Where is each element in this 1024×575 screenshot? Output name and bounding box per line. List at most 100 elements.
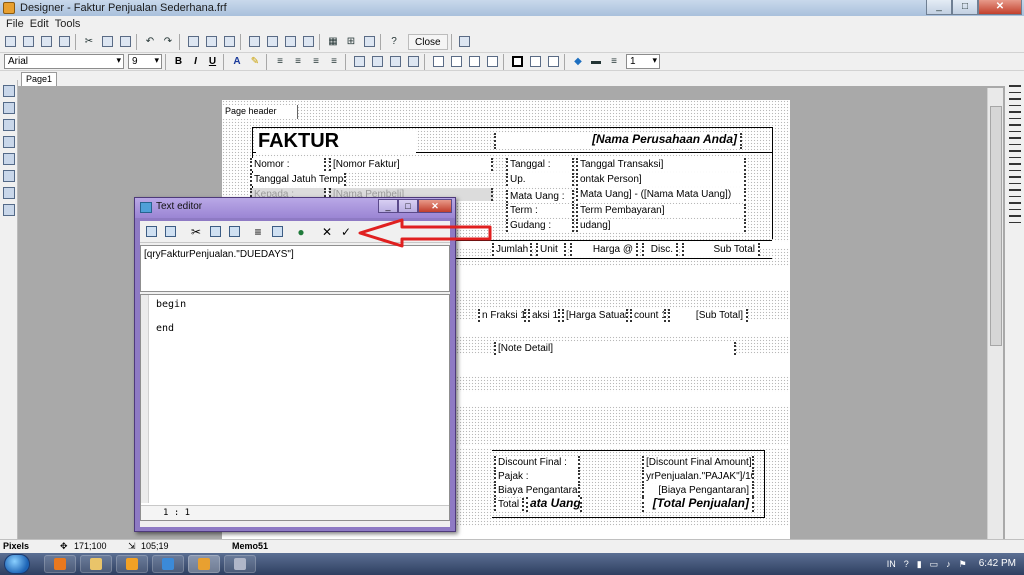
script-toggle-icon[interactable]	[269, 224, 285, 240]
gudang-field[interactable]: udang]	[576, 219, 746, 232]
detail-subtotal[interactable]: [Sub Total]	[668, 309, 748, 322]
total-label[interactable]: Total :	[494, 498, 524, 511]
add-page-icon[interactable]	[246, 34, 262, 50]
preview-icon[interactable]	[56, 34, 72, 50]
align-horz-centers-icon[interactable]	[1008, 98, 1021, 106]
underline-button[interactable]: U	[205, 54, 220, 69]
line-width-select[interactable]: 1	[626, 54, 660, 69]
taskbar-designer[interactable]	[188, 555, 220, 573]
frame-all-icon[interactable]	[509, 54, 525, 70]
alignment-palette-icon[interactable]	[457, 34, 473, 50]
clock[interactable]: 6:42 PM	[979, 559, 1016, 569]
minimize-button[interactable]: _	[926, 0, 952, 15]
save-icon[interactable]	[38, 34, 54, 50]
expression-textarea[interactable]: [qryFakturPenjualan."DUEDAYS"]	[140, 245, 450, 292]
scrollbar-thumb[interactable]	[990, 106, 1002, 346]
paste-icon[interactable]	[117, 34, 133, 50]
detail-note[interactable]: [Note Detail]	[494, 342, 736, 355]
invoice-title[interactable]: FAKTUR	[256, 131, 416, 153]
script-editor[interactable]: begin end 1 : 1	[140, 294, 450, 521]
subreport-icon[interactable]	[2, 153, 15, 165]
close-window-button[interactable]: ✕	[978, 0, 1022, 15]
delete-page-icon[interactable]	[282, 34, 298, 50]
help-icon[interactable]: ?	[386, 34, 402, 50]
font-name-select[interactable]: Arial	[4, 54, 124, 69]
text-editor-dialog[interactable]: Text editor _ □ ✕ ✂ ≡ ● ✕ ✓ [qryFakturPe…	[134, 197, 456, 532]
frame-color-icon[interactable]: ▬	[588, 54, 604, 70]
total-currency-field[interactable]: ata Uang]	[526, 497, 582, 512]
biaya-label[interactable]: Biaya Pengantaran :	[494, 484, 580, 497]
space-vert-icon[interactable]	[1008, 189, 1021, 197]
language-indicator[interactable]: IN	[887, 559, 896, 569]
tab-page1[interactable]: Page1	[21, 72, 57, 86]
biaya-field[interactable]: [Biaya Pengantaran]	[642, 484, 754, 497]
insert-field-icon[interactable]	[143, 224, 159, 240]
center-horz-icon[interactable]	[1008, 111, 1021, 119]
align-bottoms-icon[interactable]	[1008, 202, 1021, 210]
start-button[interactable]	[4, 554, 30, 574]
total-field[interactable]: [Total Penjualan]	[642, 497, 754, 512]
maximize-button[interactable]: □	[952, 0, 978, 15]
font-size-select[interactable]: 9	[128, 54, 162, 69]
frame-style-icon[interactable]: ≡	[606, 54, 622, 70]
detail-aksi[interactable]: aksi 1]	[528, 309, 560, 322]
align-tops-icon[interactable]	[1008, 150, 1021, 158]
up-field[interactable]: ontak Person]	[576, 173, 746, 186]
ok-check-icon[interactable]: ✓	[338, 224, 354, 240]
undo-icon[interactable]: ↶	[142, 34, 158, 50]
taskbar-app[interactable]	[224, 555, 256, 573]
discount-field[interactable]: [Discount Final Amount]	[642, 456, 754, 469]
network-icon[interactable]: ▮	[917, 559, 922, 570]
tanggal-label[interactable]: Tanggal :	[506, 158, 574, 171]
menu-tools[interactable]: Tools	[55, 18, 81, 30]
discount-label[interactable]: Discount Final :	[494, 456, 580, 469]
term-label[interactable]: Term :	[506, 204, 574, 217]
frame-none-icon[interactable]	[527, 54, 543, 70]
frame-left-icon[interactable]	[448, 54, 464, 70]
insert-variable-icon[interactable]	[162, 224, 178, 240]
same-width-icon[interactable]	[1008, 215, 1021, 223]
frame-bottom-icon[interactable]	[466, 54, 482, 70]
taskbar-media-player[interactable]	[116, 555, 148, 573]
highlight-icon[interactable]: ✎	[247, 54, 263, 70]
company-name-field[interactable]: [Nama Perusahaan Anda]	[494, 133, 742, 149]
open-file-icon[interactable]	[20, 34, 36, 50]
nomor-label[interactable]: Nomor :	[250, 158, 326, 171]
gudang-label[interactable]: Gudang :	[506, 219, 574, 232]
fill-color-icon[interactable]: ◆	[570, 54, 586, 70]
col-jumlah[interactable]: Jumlah	[492, 243, 532, 256]
col-unit[interactable]: Unit	[536, 243, 566, 256]
redo-icon[interactable]: ↷	[160, 34, 176, 50]
cancel-icon[interactable]: ✕	[319, 224, 335, 240]
detail-fraksi[interactable]: n Fraksi 1]	[478, 309, 526, 322]
fit-grid-icon[interactable]	[361, 34, 377, 50]
shadow-icon[interactable]	[545, 54, 561, 70]
barcode-icon[interactable]	[2, 187, 15, 199]
editor-maximize-button[interactable]: □	[398, 199, 418, 213]
center-vert-icon[interactable]	[1008, 176, 1021, 184]
align-left-edges-icon[interactable]	[1008, 85, 1021, 93]
battery-icon[interactable]: ▭	[930, 559, 939, 570]
grid-icon[interactable]: ▦	[325, 34, 341, 50]
frame-top-icon[interactable]	[430, 54, 446, 70]
text-object-icon[interactable]	[2, 119, 15, 131]
font-color-icon[interactable]: A	[229, 54, 245, 70]
page-options-icon[interactable]	[300, 34, 316, 50]
rotate-text-icon[interactable]	[405, 54, 421, 70]
new-file-icon[interactable]	[2, 34, 18, 50]
send-back-icon[interactable]	[203, 34, 219, 50]
align-left-icon[interactable]: ≡	[272, 54, 288, 70]
picture-icon[interactable]	[2, 136, 15, 148]
mata-uang-field[interactable]: Mata Uang] - ([Nama Mata Uang])	[576, 188, 746, 201]
volume-icon[interactable]: ♪	[946, 559, 951, 569]
bring-front-icon[interactable]	[185, 34, 201, 50]
col-harga[interactable]: Harga @	[570, 243, 638, 256]
help-tray-icon[interactable]: ?	[904, 559, 909, 569]
valign-center-icon[interactable]	[369, 54, 385, 70]
close-designer-button[interactable]: Close	[408, 33, 448, 50]
taskbar-explorer[interactable]	[80, 555, 112, 573]
editor-minimize-button[interactable]: _	[378, 199, 398, 213]
design-vertical-scrollbar[interactable]	[987, 88, 1003, 539]
select-arrow-icon[interactable]	[2, 85, 15, 97]
align-right-icon[interactable]: ≡	[308, 54, 324, 70]
